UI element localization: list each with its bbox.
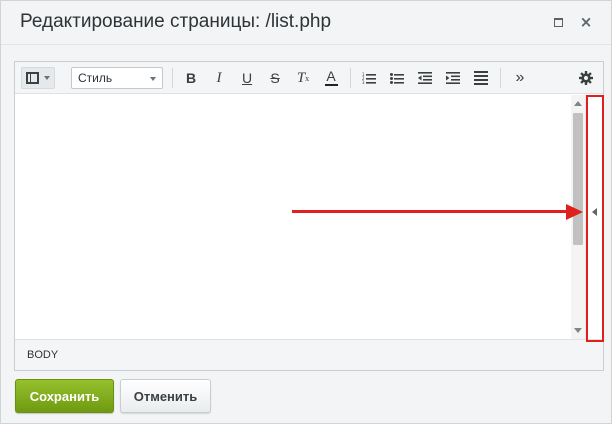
- view-mode-button[interactable]: [21, 67, 55, 89]
- scrollbar-thumb[interactable]: [573, 113, 583, 245]
- outdent-icon: [418, 72, 432, 84]
- maximize-button[interactable]: [549, 13, 567, 31]
- film-strip-icon: [26, 72, 39, 84]
- clear-format-subscript: x: [305, 73, 310, 83]
- strikethrough-button[interactable]: S: [266, 67, 284, 89]
- gear-icon: [579, 71, 593, 85]
- italic-button[interactable]: I: [210, 67, 228, 89]
- dialog-title: Редактирование страницы: /list.php: [20, 11, 332, 32]
- ordered-list-button[interactable]: 1 2 3: [360, 67, 378, 89]
- editor-content-area[interactable]: [15, 95, 571, 339]
- editor-toolbar: Стиль B I U S Tx A 1 2 3 »: [15, 62, 603, 94]
- maximize-icon: [553, 17, 563, 27]
- scroll-down-arrow-icon[interactable]: [574, 328, 582, 333]
- editor-status-bar: BODY: [15, 339, 603, 370]
- chevron-down-icon: [44, 76, 50, 80]
- unordered-list-icon: [390, 73, 404, 84]
- clear-format-icon: T: [296, 69, 306, 86]
- clear-format-button[interactable]: Tx: [294, 67, 312, 89]
- save-button[interactable]: Сохранить: [15, 379, 114, 413]
- toolbar-divider: [172, 68, 173, 88]
- svg-text:3: 3: [362, 80, 365, 84]
- indent-icon: [446, 72, 460, 84]
- unordered-list-button[interactable]: [388, 67, 406, 89]
- more-button[interactable]: »: [511, 67, 529, 89]
- toolbar-divider: [350, 68, 351, 88]
- outdent-button[interactable]: [416, 67, 434, 89]
- editor-scrollbar[interactable]: [571, 95, 585, 339]
- style-select[interactable]: Стиль: [71, 67, 163, 89]
- font-color-swatch: [324, 84, 338, 86]
- dialog-title-bar[interactable]: Редактирование страницы: /list.php ×: [1, 1, 611, 45]
- side-panel-toggle-strip[interactable]: [585, 95, 603, 339]
- justify-button[interactable]: [472, 67, 490, 89]
- font-color-button[interactable]: A: [322, 67, 340, 89]
- align-justify-icon: [474, 71, 488, 85]
- cancel-button[interactable]: Отменить: [120, 379, 211, 413]
- toolbar-divider: [500, 68, 501, 88]
- bold-button[interactable]: B: [182, 67, 200, 89]
- chevron-left-icon[interactable]: [592, 208, 597, 216]
- indent-button[interactable]: [444, 67, 462, 89]
- close-button[interactable]: ×: [577, 13, 595, 31]
- ordered-list-icon: 1 2 3: [362, 72, 376, 84]
- editor-dialog: Редактирование страницы: /list.php × Сти…: [0, 0, 612, 424]
- underline-button[interactable]: U: [238, 67, 256, 89]
- element-path[interactable]: BODY: [27, 349, 58, 361]
- font-color-icon: A: [326, 68, 336, 84]
- html-editor: Стиль B I U S Tx A 1 2 3 » BODY: [14, 61, 604, 371]
- settings-button[interactable]: [577, 67, 595, 89]
- style-select-value: Стиль: [78, 71, 113, 85]
- chevron-down-icon: [150, 77, 156, 81]
- close-icon: ×: [579, 13, 593, 31]
- scroll-up-arrow-icon[interactable]: [574, 101, 582, 106]
